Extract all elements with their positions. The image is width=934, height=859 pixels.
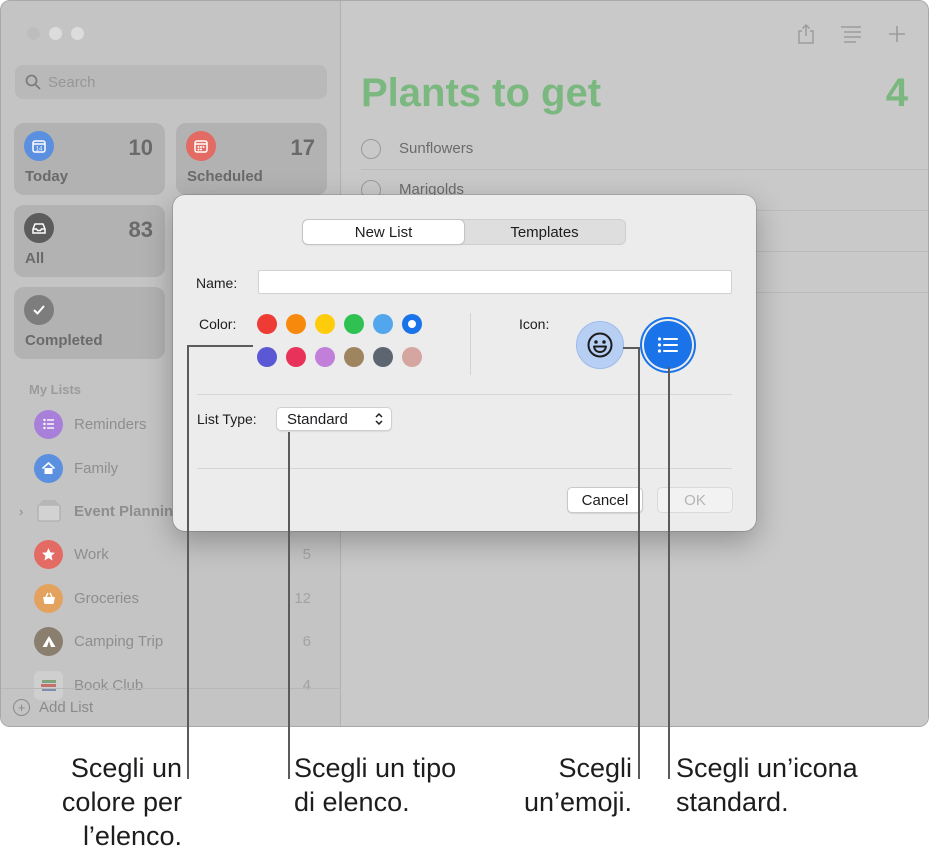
list-name: Reminders: [74, 415, 147, 433]
list-bullet-icon: [34, 409, 63, 439]
house-icon: [34, 453, 63, 483]
smart-list-today[interactable]: 14 10 Today: [14, 123, 165, 195]
tray-icon: [24, 213, 54, 243]
calendar-today-icon: 14: [24, 131, 54, 161]
list-type-value: Standard: [287, 410, 348, 428]
all-label: All: [25, 250, 45, 267]
smart-list-completed[interactable]: Completed: [14, 287, 165, 359]
color-swatch[interactable]: [315, 347, 335, 367]
search-input[interactable]: [48, 73, 298, 91]
minimize-window-button[interactable]: [49, 27, 62, 40]
standard-icon-button[interactable]: [644, 321, 692, 369]
callout-line-standard-icon: [668, 367, 670, 779]
my-lists-header: My Lists: [29, 382, 82, 397]
list-type-label: List Type:: [197, 411, 257, 427]
list-count: 6: [302, 632, 311, 650]
plus-circle-icon: +: [13, 699, 30, 716]
name-label: Name:: [196, 275, 238, 291]
share-icon: [798, 23, 814, 44]
color-label: Color:: [199, 316, 237, 332]
callout-list-type: Scegli un tipo di elenco.: [294, 753, 457, 817]
calendar-icon: [186, 131, 216, 161]
list-type-popup[interactable]: Standard: [276, 407, 392, 431]
list-name: Family: [74, 459, 119, 477]
divider: [197, 468, 732, 469]
list-name: Groceries: [74, 589, 140, 607]
checkmark-icon: [24, 295, 54, 325]
color-swatch[interactable]: [286, 347, 306, 367]
list-name-field[interactable]: [258, 270, 732, 294]
smart-list-scheduled[interactable]: 17 Scheduled: [176, 123, 327, 195]
color-swatch[interactable]: [373, 347, 393, 367]
list-format-icon: [841, 26, 861, 43]
list-name: Event Planning: [74, 502, 183, 520]
reminder-title: Sunflowers: [399, 140, 474, 157]
callout-line-emoji: [623, 347, 639, 349]
tent-icon: [34, 626, 63, 656]
completed-label: Completed: [25, 332, 103, 349]
tab-templates[interactable]: Templates: [464, 220, 625, 244]
color-swatch[interactable]: [373, 314, 393, 334]
emoji-icon-button[interactable]: [576, 321, 624, 369]
color-swatch[interactable]: [402, 314, 422, 334]
stack-icon: [34, 497, 63, 526]
color-swatch[interactable]: [257, 314, 277, 334]
list-item-groceries[interactable]: Groceries 12: [21, 580, 321, 616]
list-bullet-icon: [657, 337, 678, 353]
divider: [197, 394, 732, 395]
plus-icon: [889, 26, 905, 42]
callout-line-color: [187, 345, 189, 779]
list-count: 12: [294, 589, 311, 607]
reminder-checkbox[interactable]: [361, 139, 381, 159]
window-controls: [27, 27, 84, 40]
color-swatch[interactable]: [344, 347, 364, 367]
add-list-button[interactable]: + Add List: [1, 688, 341, 726]
list-item-camping-trip[interactable]: Camping Trip 6: [21, 623, 321, 659]
dialog-tab-control: New List Templates: [302, 219, 626, 245]
smiley-emoji-icon: [587, 332, 613, 358]
zoom-window-button[interactable]: [71, 27, 84, 40]
share-button[interactable]: [793, 21, 819, 47]
list-format-button[interactable]: [838, 21, 864, 47]
callout-color: Scegli un colore per l’elenco.: [61, 753, 182, 851]
add-list-label: Add List: [39, 699, 94, 716]
color-swatch[interactable]: [315, 314, 335, 334]
list-name: Work: [74, 545, 109, 563]
chevron-updown-icon: [375, 412, 383, 426]
callout-line-color: [187, 345, 253, 347]
star-icon: [34, 539, 63, 569]
today-count: 10: [128, 135, 153, 160]
svg-text:14: 14: [36, 147, 43, 153]
list-title: Plants to get: [361, 71, 602, 115]
callout-line-list-type: [288, 432, 290, 779]
color-swatch[interactable]: [257, 347, 277, 367]
search-field[interactable]: [15, 65, 327, 99]
scheduled-count: 17: [290, 135, 315, 160]
scheduled-label: Scheduled: [187, 168, 263, 185]
smart-list-all[interactable]: 83 All: [14, 205, 165, 277]
chevron-right-icon[interactable]: ›: [19, 504, 23, 519]
list-name: Camping Trip: [74, 632, 164, 650]
basket-icon: [34, 583, 63, 613]
today-label: Today: [25, 168, 69, 185]
cancel-button[interactable]: Cancel: [567, 487, 643, 513]
callout-emoji: Scegli un’emoji.: [523, 753, 632, 817]
color-swatch[interactable]: [286, 314, 306, 334]
list-total-count: 4: [885, 71, 908, 115]
add-reminder-button[interactable]: [884, 21, 910, 47]
search-icon: [25, 74, 41, 90]
reminder-row[interactable]: Sunflowers: [361, 129, 928, 170]
color-swatch[interactable]: [402, 347, 422, 367]
close-window-button[interactable]: [27, 27, 40, 40]
icon-label: Icon:: [519, 316, 550, 332]
divider: [470, 313, 471, 375]
callout-line-emoji: [638, 347, 640, 779]
color-swatch[interactable]: [344, 314, 364, 334]
list-count: 5: [302, 545, 311, 563]
list-item-work[interactable]: Work 5: [21, 536, 321, 572]
callout-standard-icon: Scegli un’icona standard.: [676, 753, 858, 817]
all-count: 83: [128, 217, 153, 242]
tab-new-list[interactable]: New List: [303, 220, 464, 244]
